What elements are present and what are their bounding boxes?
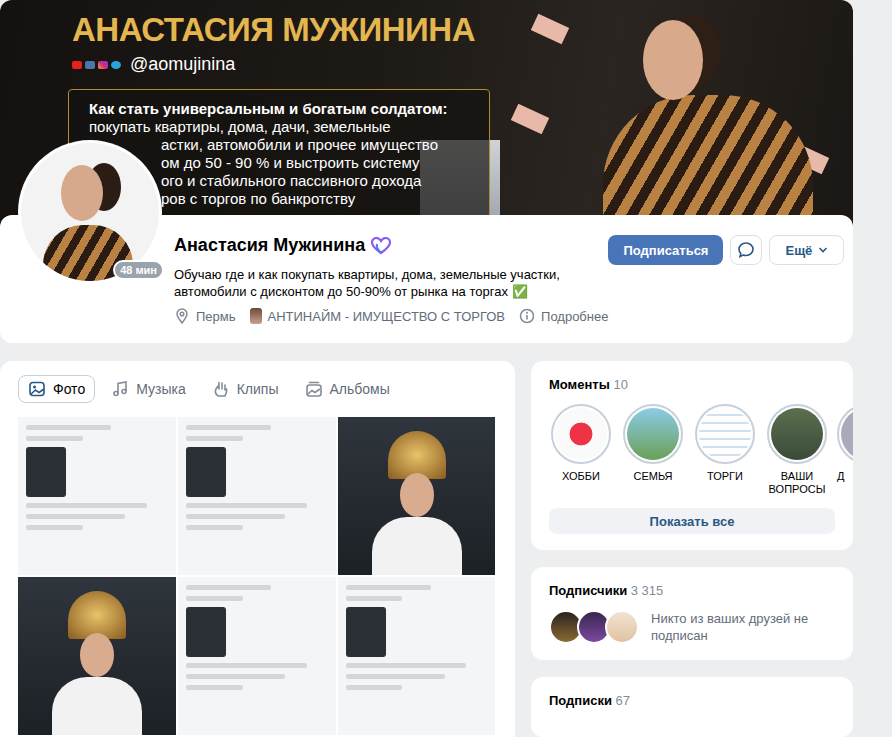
photo-thumbnail[interactable]: [178, 417, 336, 575]
photo-thumbnail[interactable]: [338, 417, 495, 575]
clips-icon: [212, 380, 230, 398]
photo-icon: [28, 380, 46, 398]
info-icon: [519, 308, 535, 324]
more-button[interactable]: Ещё: [769, 235, 844, 265]
chat-icon: [737, 241, 755, 259]
last-seen-badge: 48 мин: [113, 260, 164, 280]
moments-card: Моменты 10ХОББИСЕМЬЯТОРГИВАШИ ВОПРОСЫДПо…: [531, 361, 853, 550]
telegram-icon: [111, 61, 121, 69]
city[interactable]: Пермь: [174, 308, 236, 324]
media-tab[interactable]: Фото: [18, 375, 95, 403]
followers-card: Подписчики 3 315Никто из ваших друзей не…: [531, 567, 853, 660]
profile-status: Обучаю где и как покупать квартиры, дома…: [174, 266, 566, 300]
profile-name: Анастасия Мужинина: [174, 235, 365, 256]
moment-item[interactable]: ХОББИ: [549, 404, 613, 496]
work-place[interactable]: АНТИНАЙМ - ИМУЩЕСТВО С ТОРГОВ: [250, 308, 506, 324]
profile-page: АНАСТАСИЯ МУЖИНИНА@aomujininaКак стать у…: [0, 0, 892, 737]
instagram-icon: [98, 61, 108, 69]
moment-item[interactable]: Д: [837, 404, 853, 496]
heart-icon: [371, 237, 391, 255]
music-note-icon: [111, 380, 129, 398]
message-button[interactable]: [730, 235, 762, 265]
chevron-down-icon: [818, 246, 828, 254]
youtube-icon: [72, 61, 82, 69]
profile-avatar[interactable]: 48 мин: [18, 140, 162, 284]
photo-thumbnail[interactable]: [338, 577, 495, 735]
group-avatar-icon: [250, 308, 262, 324]
location-pin-icon: [174, 308, 190, 324]
media-tab[interactable]: Альбомы: [295, 375, 400, 403]
vk-icon: [85, 61, 95, 69]
photo-thumbnail[interactable]: [18, 417, 176, 575]
albums-icon: [305, 380, 323, 398]
more-info-link[interactable]: Подробнее: [519, 308, 608, 324]
show-all-button[interactable]: Показать все: [549, 508, 835, 534]
subscribe-button[interactable]: Подписаться: [608, 235, 723, 265]
profile-card: Анастасия Мужинина Обучаю где и как покуп…: [0, 215, 853, 343]
cover-handle: @aomujinina: [72, 54, 492, 75]
cover-title: АНАСТАСИЯ МУЖИНИНА: [72, 10, 492, 50]
profile-header: АНАСТАСИЯ МУЖИНИНА@aomujininaКак стать у…: [0, 0, 853, 343]
following-card: Подписки 67: [531, 677, 853, 737]
follower-avatar[interactable]: [605, 610, 639, 644]
moment-item[interactable]: ВАШИ ВОПРОСЫ: [765, 404, 829, 496]
media-panel: ФотоМузыкаКлипыАльбомы: [0, 361, 515, 737]
photo-thumbnail[interactable]: [18, 577, 176, 735]
media-tab[interactable]: Клипы: [202, 375, 289, 403]
media-tab[interactable]: Музыка: [101, 375, 196, 403]
photo-thumbnail[interactable]: [178, 577, 336, 735]
moment-item[interactable]: ТОРГИ: [693, 404, 757, 496]
cover-portrait: [493, 0, 853, 228]
moment-item[interactable]: СЕМЬЯ: [621, 404, 685, 496]
